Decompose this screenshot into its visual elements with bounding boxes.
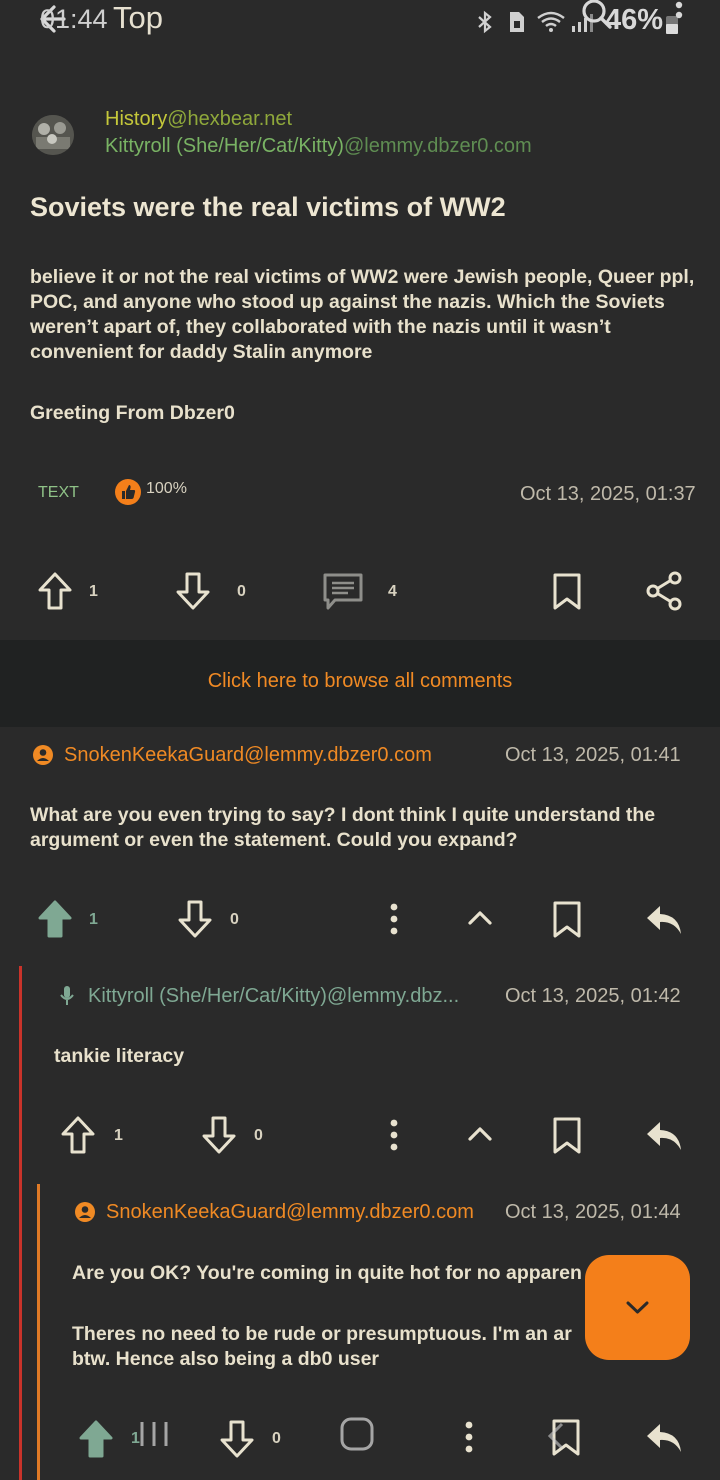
page-title: Top xyxy=(113,0,163,35)
upvote-ratio: 100% xyxy=(146,480,187,497)
post-signature: Greeting From Dbzer0 xyxy=(30,402,235,424)
post-body: believe it or not the real victims of WW… xyxy=(30,266,695,363)
community-instance: @hexbear.net xyxy=(167,108,293,130)
author-link[interactable]: Kittyroll (She/Her/Cat/Kitty)@lemmy.dbze… xyxy=(105,135,532,158)
post-downvote-count: 0 xyxy=(237,583,246,600)
comment-1-reply-button[interactable] xyxy=(644,902,684,938)
comment-3-downvote-count: 0 xyxy=(272,1430,281,1447)
comment-1-upvote-button[interactable] xyxy=(36,898,74,940)
post-type-label: TEXT xyxy=(38,484,79,501)
sim-card-icon xyxy=(506,10,526,34)
comment-3-text-line-3: btw. Hence also being a db0 user xyxy=(72,1348,380,1370)
comment-1-date: Oct 13, 2025, 01:41 xyxy=(505,744,681,766)
comment-1-bookmark-button[interactable] xyxy=(551,900,583,940)
comment-1-downvote-count: 0 xyxy=(230,911,239,928)
comment-3-text-line-1: Are you OK? You're coming in quite hot f… xyxy=(72,1262,582,1284)
scroll-down-button[interactable] xyxy=(585,1255,690,1360)
post-date: Oct 13, 2025, 01:37 xyxy=(520,483,696,505)
battery-percentage: 46% xyxy=(605,4,664,36)
post-downvote-button[interactable] xyxy=(174,570,212,612)
comment-2-more-icon[interactable] xyxy=(388,1118,400,1152)
comment-2-downvote-button[interactable] xyxy=(200,1114,238,1156)
comment-3-downvote-button[interactable] xyxy=(218,1418,256,1460)
share-button[interactable] xyxy=(644,570,684,612)
comment-3-user[interactable]: SnokenKeekaGuard@lemmy.dbzer0.com xyxy=(106,1201,474,1224)
user-icon xyxy=(32,744,54,766)
comment-1-text: What are you even trying to say? I dont … xyxy=(30,804,656,851)
bookmark-button[interactable] xyxy=(551,572,583,612)
comment-2-upvote-count: 1 xyxy=(114,1127,123,1144)
comment-3-reply-button[interactable] xyxy=(644,1420,684,1456)
home-icon[interactable] xyxy=(339,1416,375,1452)
bluetooth-icon xyxy=(474,10,496,34)
comment-3-more-icon[interactable] xyxy=(463,1420,475,1454)
browse-all-comments-link[interactable]: Click here to browse all comments xyxy=(0,670,720,693)
recent-apps-icon[interactable] xyxy=(136,1418,172,1450)
comment-1-user[interactable]: SnokenKeekaGuard@lemmy.dbzer0.com xyxy=(64,744,432,767)
thread-line-level-1 xyxy=(19,966,22,1480)
more-options-icon[interactable] xyxy=(673,0,685,30)
comment-1-downvote-button[interactable] xyxy=(176,898,214,940)
user-icon xyxy=(74,1201,96,1223)
microphone-icon xyxy=(58,984,76,1008)
post-title: Soviets were the real victims of WW2 xyxy=(30,192,506,222)
community-avatar[interactable] xyxy=(32,115,74,155)
comment-1-more-icon[interactable] xyxy=(388,902,400,936)
comment-3-date: Oct 13, 2025, 01:44 xyxy=(505,1201,681,1223)
thumbs-up-icon xyxy=(114,478,142,506)
comments-icon[interactable] xyxy=(322,572,364,612)
status-time: 01:44 xyxy=(40,4,108,34)
comment-3-text-line-2: Theres no need to be rude or presumptuou… xyxy=(72,1323,572,1345)
comment-2-downvote-count: 0 xyxy=(254,1127,263,1144)
post-comment-count: 4 xyxy=(388,583,397,600)
comment-2-text: tankie literacy xyxy=(54,1045,185,1067)
author-instance: @lemmy.dbzer0.com xyxy=(343,135,532,157)
post-upvote-count: 1 xyxy=(89,583,98,600)
post-upvote-button[interactable] xyxy=(36,570,74,612)
comment-1-upvote-count: 1 xyxy=(89,911,98,928)
wifi-icon xyxy=(536,10,566,34)
comment-2-upvote-button[interactable] xyxy=(59,1114,97,1156)
community-link[interactable]: History@hexbear.net xyxy=(105,108,292,131)
author-name: Kittyroll (She/Her/Cat/Kitty) xyxy=(105,135,344,157)
comment-2-date: Oct 13, 2025, 01:42 xyxy=(505,985,681,1007)
comment-2-reply-button[interactable] xyxy=(644,1118,684,1154)
comment-1-collapse-icon[interactable] xyxy=(466,906,494,928)
comment-2-collapse-icon[interactable] xyxy=(466,1122,494,1144)
system-back-icon[interactable] xyxy=(544,1420,568,1452)
comment-3-upvote-button[interactable] xyxy=(77,1418,115,1460)
thread-line-level-2 xyxy=(37,1184,40,1480)
community-name: History xyxy=(105,108,168,130)
comment-2-bookmark-button[interactable] xyxy=(551,1116,583,1156)
comment-2-user[interactable]: Kittyroll (She/Her/Cat/Kitty)@lemmy.dbz.… xyxy=(88,985,459,1008)
